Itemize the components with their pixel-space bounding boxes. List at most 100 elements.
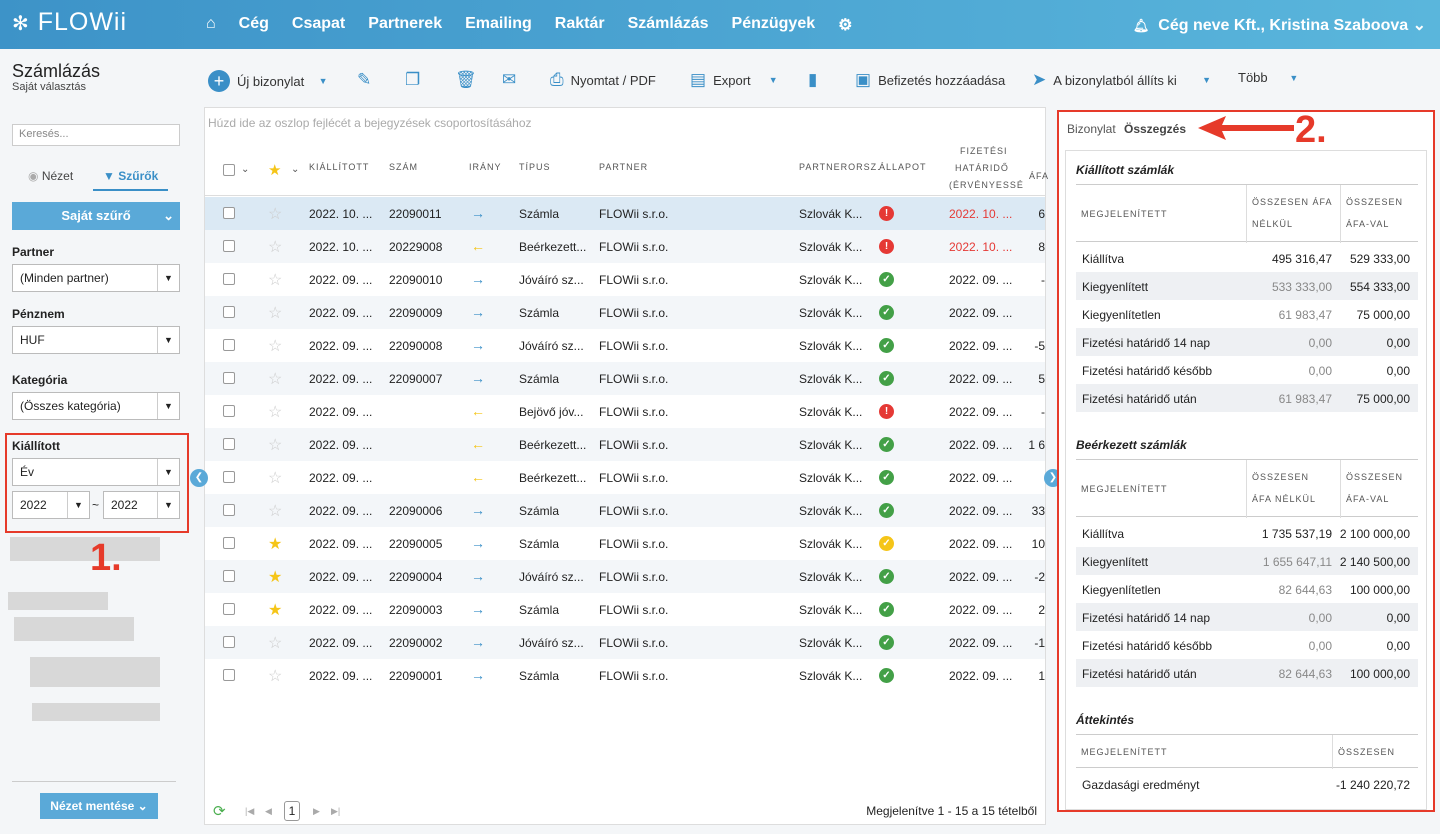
col-due-1[interactable]: FIZETÉSI xyxy=(960,146,1008,156)
star-icon[interactable]: ☆ xyxy=(268,270,282,290)
star-icon[interactable]: ☆ xyxy=(268,633,282,653)
pager-next-icon[interactable]: ▶ xyxy=(313,806,320,817)
star-icon[interactable]: ☆ xyxy=(268,204,282,224)
row-checkbox[interactable] xyxy=(223,306,235,318)
copy-icon[interactable]: ❐ xyxy=(405,70,427,90)
refresh-icon[interactable]: ⟳ xyxy=(213,802,226,820)
table-row[interactable]: ☆ 2022. 10. ... 20229008 ← Beérkezett... FLOW… xyxy=(205,230,1045,263)
row-checkbox[interactable] xyxy=(223,636,235,648)
pager-page[interactable]: 1 xyxy=(284,801,300,821)
col-country[interactable]: PARTNERORSZ. xyxy=(799,162,881,172)
table-row[interactable]: ☆ 2022. 09. ... 22090002 → Jóváíró sz... FLOW… xyxy=(205,626,1045,659)
table-row[interactable]: ☆ 2022. 09. ... 22090006 → Számla FLOWii s.r.… xyxy=(205,494,1045,527)
export-button[interactable]: ▤ Export ▼ xyxy=(690,70,778,90)
view-tab[interactable]: ◉ Nézet xyxy=(28,169,73,183)
tab-document[interactable]: Bizonylat xyxy=(1067,122,1116,136)
row-checkbox[interactable] xyxy=(223,603,235,615)
nav-penzugyek[interactable]: Pénzügyek xyxy=(732,15,816,35)
row-checkbox[interactable] xyxy=(223,273,235,285)
star-icon[interactable]: ☆ xyxy=(268,435,282,455)
star-icon[interactable]: ☆ xyxy=(268,369,282,389)
pager-prev-icon[interactable]: ◀ xyxy=(265,806,272,817)
col-number[interactable]: SZÁM xyxy=(389,162,418,172)
partner-select[interactable]: (Minden partner) ▼ xyxy=(12,264,180,292)
nav-csapat[interactable]: Csapat xyxy=(292,15,345,35)
table-row[interactable]: ☆ 2022. 09. ... 22090009 → Számla FLOWii s.r.… xyxy=(205,296,1045,329)
table-row[interactable]: ☆ 2022. 10. ... 22090011 → Számla FLOWii s.r.… xyxy=(205,197,1045,230)
nav-ceg[interactable]: Cég xyxy=(239,15,269,35)
row-checkbox[interactable] xyxy=(223,504,235,516)
star-icon[interactable]: ☆ xyxy=(268,402,282,422)
star-icon[interactable]: ★ xyxy=(268,600,282,620)
pager-first-icon[interactable]: |◀ xyxy=(245,806,254,817)
star-icon[interactable]: ☆ xyxy=(268,468,282,488)
home-icon[interactable]: ⌂ xyxy=(206,15,216,35)
gear-icon[interactable]: ⚙ xyxy=(838,15,852,35)
table-row[interactable]: ☆ 2022. 09. ... 22090010 → Jóváíró sz... FLOW… xyxy=(205,263,1045,296)
category-select[interactable]: (Összes kategória) ▼ xyxy=(12,392,180,420)
col-partner[interactable]: PARTNER xyxy=(599,162,648,172)
col-type[interactable]: TÍPUS xyxy=(519,162,551,172)
star-icon[interactable]: ☆ xyxy=(268,336,282,356)
table-row[interactable]: ☆ 2022. 09. ... ← Beérkezett... FLOWii s.r.o… xyxy=(205,428,1045,461)
col-due-2[interactable]: HATÁRIDŐ xyxy=(955,163,1009,173)
print-button[interactable]: ⎙ Nyomtat / PDF xyxy=(550,70,656,90)
more-button[interactable]: Több ▼ xyxy=(1238,70,1298,85)
envelope-icon[interactable]: ✉ xyxy=(502,70,523,90)
table-row[interactable]: ☆ 2022. 09. ... ← Beérkezett... FLOWii s.r.o… xyxy=(205,461,1045,494)
user-menu[interactable]: 🔔︎ Cég neve Kft., Kristina Szaboova ⌄ xyxy=(1133,15,1426,35)
nav-raktar[interactable]: Raktár xyxy=(555,15,605,35)
row-checkbox[interactable] xyxy=(223,669,235,681)
row-checkbox[interactable] xyxy=(223,240,235,252)
chevron-down-icon[interactable]: ⌄ xyxy=(291,164,300,175)
row-checkbox[interactable] xyxy=(223,207,235,219)
row-checkbox[interactable] xyxy=(223,570,235,582)
select-all-checkbox[interactable] xyxy=(223,164,235,176)
row-checkbox[interactable] xyxy=(223,471,235,483)
filters-tab[interactable]: ▼ Szűrők xyxy=(93,169,169,191)
star-icon[interactable]: ★ xyxy=(268,534,282,554)
star-icon[interactable]: ☆ xyxy=(268,237,282,257)
star-icon[interactable]: ☆ xyxy=(268,303,282,323)
own-filter-button[interactable]: Saját szűrő ⌄ xyxy=(12,202,180,230)
col-status[interactable]: ÁLLAPOT xyxy=(879,162,927,172)
star-icon[interactable]: ★ xyxy=(268,161,282,179)
pager-last-icon[interactable]: ▶| xyxy=(331,806,340,817)
row-checkbox[interactable] xyxy=(223,372,235,384)
table-row[interactable]: ☆ 2022. 09. ... 22090008 → Jóváíró sz... FLOW… xyxy=(205,329,1045,362)
table-row[interactable]: ★ 2022. 09. ... 22090005 → Számla FLOWii s.r.… xyxy=(205,527,1045,560)
table-row[interactable]: ☆ 2022. 09. ... ← Bejövő jóv... FLOWii s.r.o… xyxy=(205,395,1045,428)
new-document-button[interactable]: + Új bizonylat ▼ xyxy=(208,70,328,92)
edit-icon[interactable]: ✎ xyxy=(357,70,378,90)
table-row[interactable]: ★ 2022. 09. ... 22090004 → Jóváíró sz... FLOW… xyxy=(205,560,1045,593)
currency-select[interactable]: HUF ▼ xyxy=(12,326,180,354)
star-icon[interactable]: ☆ xyxy=(268,501,282,521)
logo[interactable]: ✻ FLOWii xyxy=(12,8,127,37)
col-direction[interactable]: IRÁNY xyxy=(469,162,502,172)
table-row[interactable]: ★ 2022. 09. ... 22090003 → Számla FLOWii s.r.… xyxy=(205,593,1045,626)
col-issued[interactable]: KIÁLLÍTOTT xyxy=(309,162,369,172)
col-vat[interactable]: ÁFA xyxy=(1029,171,1049,181)
row-checkbox[interactable] xyxy=(223,438,235,450)
add-payment-button[interactable]: ▣ Befizetés hozzáadása xyxy=(855,70,1005,90)
row-checkbox[interactable] xyxy=(223,405,235,417)
trash-icon[interactable]: 🗑︎ xyxy=(455,70,484,90)
nav-partnerek[interactable]: Partnerek xyxy=(368,15,442,35)
collapse-left-icon[interactable]: ❮ xyxy=(190,469,208,487)
search-input[interactable]: Keresés... xyxy=(12,124,180,146)
save-view-button[interactable]: Nézet mentése ⌄ xyxy=(40,793,158,819)
col-due-3[interactable]: (ÉRVÉNYESSÉG) xyxy=(949,180,1023,190)
bell-icon[interactable]: 🔔︎ xyxy=(1133,18,1150,33)
star-icon[interactable]: ★ xyxy=(268,567,282,587)
row-checkbox[interactable] xyxy=(223,537,235,549)
chart-icon[interactable]: ▮ xyxy=(808,70,824,90)
tab-summary[interactable]: Összegzés xyxy=(1124,122,1186,136)
issue-from-document-button[interactable]: ➤ A bizonylatból állíts ki ▼ xyxy=(1032,70,1211,90)
table-row[interactable]: ☆ 2022. 09. ... 22090001 → Számla FLOWii s.r.… xyxy=(205,659,1045,692)
nav-emailing[interactable]: Emailing xyxy=(465,15,532,35)
table-row[interactable]: ☆ 2022. 09. ... 22090007 → Számla FLOWii s.r.… xyxy=(205,362,1045,395)
star-icon[interactable]: ☆ xyxy=(268,666,282,686)
nav-szamlazas[interactable]: Számlázás xyxy=(628,15,709,35)
row-checkbox[interactable] xyxy=(223,339,235,351)
chevron-down-icon[interactable]: ⌄ xyxy=(241,164,250,175)
